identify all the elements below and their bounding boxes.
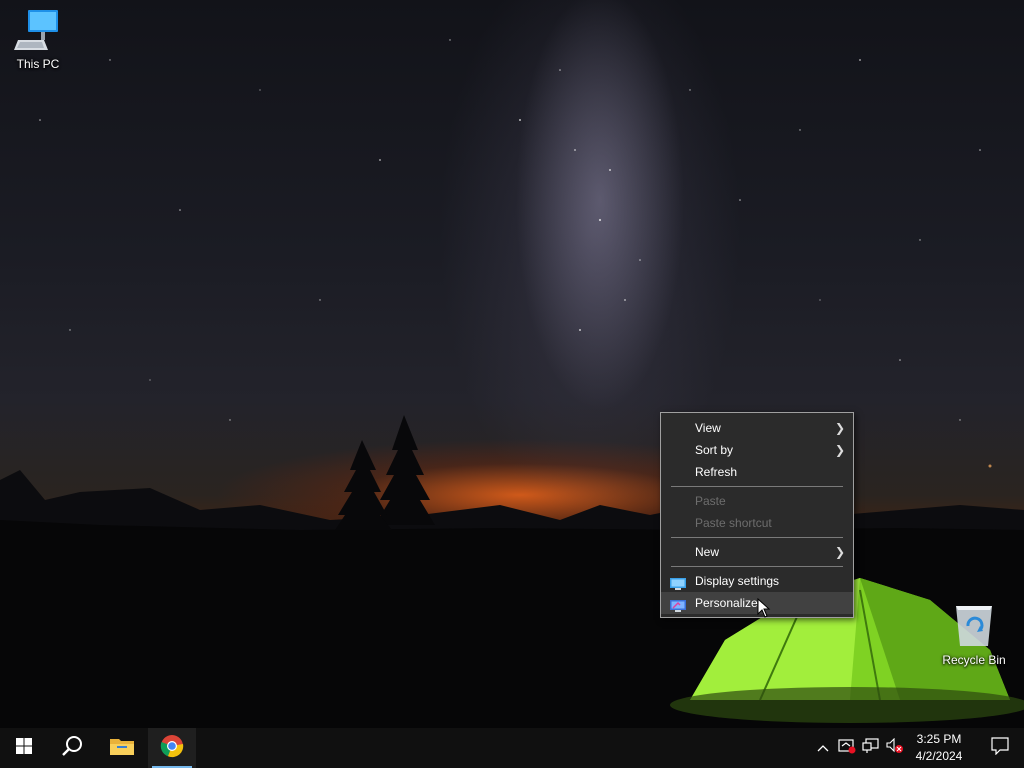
recycle-bin-icon (936, 600, 1012, 651)
desktop-context-menu: View ❯ Sort by ❯ Refresh Paste Paste sho… (660, 412, 854, 618)
menu-item-label: Personalize (695, 596, 758, 610)
menu-item-new[interactable]: New ❯ (661, 541, 853, 563)
menu-item-paste-shortcut[interactable]: Paste shortcut (661, 512, 853, 534)
menu-item-label: Paste shortcut (695, 516, 772, 530)
clock-time: 3:25 PM (916, 732, 962, 746)
chrome-taskbar-button[interactable] (148, 728, 196, 768)
desktop-icon-label: This PC (16, 57, 60, 71)
file-explorer-button[interactable] (98, 728, 146, 768)
show-hidden-icons-button[interactable] (812, 728, 834, 768)
menu-separator (671, 486, 843, 487)
menu-item-label: Refresh (695, 465, 738, 479)
stars (39, 39, 992, 468)
desktop-icon-recycle-bin[interactable]: Recycle Bin (936, 600, 1012, 667)
clock-date: 4/2/2024 (915, 749, 963, 763)
chevron-right-icon: ❯ (834, 421, 845, 435)
notification-icon (991, 736, 1009, 760)
menu-item-refresh[interactable]: Refresh (661, 461, 853, 483)
volume-muted-icon (886, 737, 904, 759)
tray-security-button[interactable] (836, 728, 858, 768)
mouse-cursor-icon (757, 597, 771, 623)
security-icon (838, 738, 856, 759)
menu-item-label: Display settings (695, 574, 780, 588)
tray-network-button[interactable] (860, 728, 882, 768)
chevron-right-icon: ❯ (834, 545, 845, 559)
network-icon (862, 737, 880, 759)
chrome-icon (160, 734, 184, 763)
action-center-button[interactable] (976, 728, 1024, 768)
desktop-wallpaper[interactable] (0, 0, 1024, 728)
display-settings-icon (670, 575, 686, 590)
desktop-icon-this-pc[interactable]: This PC (0, 8, 76, 71)
menu-item-view[interactable]: View ❯ (661, 417, 853, 439)
chevron-right-icon: ❯ (834, 443, 845, 457)
menu-item-label: Sort by (695, 443, 734, 457)
search-button[interactable] (48, 728, 96, 768)
wallpaper-scene (0, 39, 1024, 728)
menu-item-label: Paste (695, 494, 726, 508)
menu-item-label: View (695, 421, 721, 435)
computer-icon (0, 8, 76, 55)
tray-volume-button[interactable] (884, 728, 906, 768)
menu-item-sort-by[interactable]: Sort by ❯ (661, 439, 853, 461)
taskbar: 3:25 PM 4/2/2024 (0, 728, 1024, 768)
desktop-icon-label: Recycle Bin (942, 653, 1006, 667)
start-button[interactable] (0, 728, 48, 768)
menu-item-display-settings[interactable]: Display settings (661, 570, 853, 592)
file-explorer-icon (110, 736, 134, 761)
search-icon (61, 735, 83, 762)
chevron-up-icon (817, 739, 829, 757)
personalize-icon (670, 597, 686, 612)
menu-separator (671, 566, 843, 567)
menu-separator (671, 537, 843, 538)
pine-trees (335, 415, 435, 530)
menu-item-paste[interactable]: Paste (661, 490, 853, 512)
taskbar-clock[interactable]: 3:25 PM 4/2/2024 (908, 728, 970, 768)
menu-item-label: New (695, 545, 720, 559)
windows-start-icon (16, 737, 32, 759)
